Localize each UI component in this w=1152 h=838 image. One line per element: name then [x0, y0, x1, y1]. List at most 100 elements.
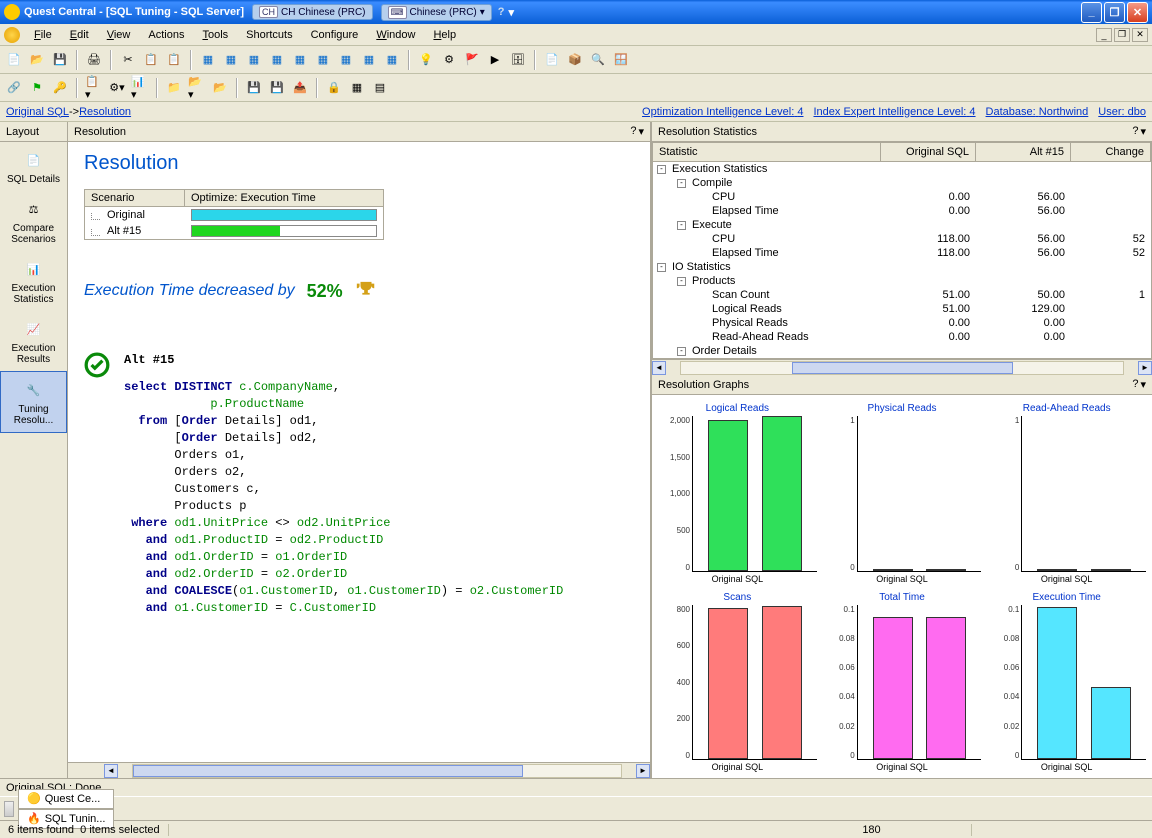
idx-level[interactable]: Index Expert Intelligence Level: 4	[813, 106, 975, 118]
dd-icon[interactable]: 📋▾	[84, 78, 104, 98]
link-icon[interactable]: 🔗	[4, 78, 24, 98]
stats-hdr-alt[interactable]: Alt #15	[976, 143, 1071, 161]
minimize-button[interactable]: _	[1081, 2, 1102, 23]
folder-open-icon[interactable]: 📂	[210, 78, 230, 98]
close-button[interactable]: ✕	[1127, 2, 1148, 23]
user-link[interactable]: User: dbo	[1098, 106, 1146, 118]
lock-icon[interactable]: 🔒	[324, 78, 344, 98]
lang-indicator-2[interactable]: ⌨Chinese (PRC)▾	[381, 4, 492, 21]
open-icon[interactable]: 📂	[27, 50, 47, 70]
help-icon[interactable]: ?	[1132, 125, 1138, 138]
stats-row[interactable]: Elapsed Time 118.00 56.00 52	[653, 246, 1151, 260]
key-icon[interactable]: 🔑	[50, 78, 70, 98]
layout-item-execution-results[interactable]: 📈Execution Results	[0, 311, 67, 371]
help-icon[interactable]: ?	[1132, 378, 1138, 391]
stats-row[interactable]: -Order Details	[653, 344, 1151, 358]
expand-icon[interactable]: -	[657, 165, 666, 174]
menu-window[interactable]: Window	[368, 27, 423, 43]
play-icon[interactable]: ▶	[485, 50, 505, 70]
stats-row[interactable]: Scan Count 51.00 50.00 1	[653, 288, 1151, 302]
stats-row[interactable]: Logical Reads 51.00 129.00	[653, 302, 1151, 316]
save-icon[interactable]: 💾	[50, 50, 70, 70]
grid-icon[interactable]: ▦	[347, 78, 367, 98]
window-icon[interactable]: 🪟	[611, 50, 631, 70]
tool-icon[interactable]: ▦	[198, 50, 218, 70]
page-icon[interactable]: 📄	[542, 50, 562, 70]
cut-icon[interactable]: ✂	[118, 50, 138, 70]
crumb-original-sql[interactable]: Original SQL	[6, 106, 69, 118]
expand-icon[interactable]: -	[677, 221, 686, 230]
dd-icon[interactable]: ⚙▾	[107, 78, 127, 98]
horizontal-scrollbar[interactable]: ◄ ►	[68, 762, 650, 778]
box-icon[interactable]: 📦	[565, 50, 585, 70]
tool-icon[interactable]: ▦	[290, 50, 310, 70]
maximize-button[interactable]: ❐	[1104, 2, 1125, 23]
mdi-close-button[interactable]: ✕	[1132, 28, 1148, 42]
menu-configure[interactable]: Configure	[303, 27, 367, 43]
tool-icon[interactable]: ▦	[221, 50, 241, 70]
save-icon[interactable]: 💾	[244, 78, 264, 98]
expand-icon[interactable]: -	[677, 277, 686, 286]
expand-icon[interactable]: -	[677, 179, 686, 188]
lang-indicator-1[interactable]: CHCH Chinese (PRC)	[252, 4, 372, 20]
stats-row[interactable]: Read-Ahead Reads 0.00 0.00	[653, 330, 1151, 344]
menu-edit[interactable]: Edit	[62, 27, 97, 43]
stats-row[interactable]: CPU 118.00 56.00 52	[653, 232, 1151, 246]
help-icon[interactable]: ?	[630, 125, 636, 138]
folder-icon[interactable]: 📂▾	[187, 78, 207, 98]
layout-item-sql-details[interactable]: 📄SQL Details	[0, 142, 67, 191]
stats-row[interactable]: -IO Statistics	[653, 260, 1151, 274]
task-tab[interactable]: 🟡Quest Ce...	[18, 789, 114, 809]
bulb-icon[interactable]: 💡	[416, 50, 436, 70]
dd-icon[interactable]: 📊▾	[130, 78, 150, 98]
collapse-icon[interactable]: ▾	[1140, 378, 1146, 391]
tool-icon[interactable]: ▦	[244, 50, 264, 70]
mdi-restore-button[interactable]: ❐	[1114, 28, 1130, 42]
expand-icon[interactable]: -	[677, 347, 686, 356]
crumb-resolution[interactable]: Resolution	[79, 106, 131, 118]
menu-actions[interactable]: Actions	[140, 27, 192, 43]
paste-icon[interactable]: 📋	[164, 50, 184, 70]
flag-icon[interactable]: 🚩	[462, 50, 482, 70]
tool-icon[interactable]: ▦	[382, 50, 402, 70]
opt-level[interactable]: Optimization Intelligence Level: 4	[642, 106, 803, 118]
table-icon[interactable]: ▤	[370, 78, 390, 98]
stats-hdr-change[interactable]: Change	[1071, 143, 1151, 161]
db-link[interactable]: Database: Northwind	[986, 106, 1089, 118]
stats-row[interactable]: Elapsed Time 0.00 56.00	[653, 204, 1151, 218]
folder-new-icon[interactable]: 📁	[164, 78, 184, 98]
stats-row[interactable]: CPU 0.00 56.00	[653, 190, 1151, 204]
gear-icon[interactable]: ⚙	[439, 50, 459, 70]
collapse-icon[interactable]: ▾	[1140, 125, 1146, 138]
stats-hscroll[interactable]: ◄►	[652, 359, 1152, 375]
db-icon[interactable]: 🗄	[508, 50, 528, 70]
tool-icon[interactable]: ▦	[313, 50, 333, 70]
menu-tools[interactable]: Tools	[194, 27, 236, 43]
menu-help[interactable]: Help	[425, 27, 464, 43]
stats-row[interactable]: -Products	[653, 274, 1151, 288]
menu-view[interactable]: View	[99, 27, 139, 43]
layout-item-execution-statistics[interactable]: 📊Execution Statistics	[0, 251, 67, 311]
close-panel-icon[interactable]: ▾	[638, 125, 644, 138]
search-icon[interactable]: 🔍	[588, 50, 608, 70]
menu-file[interactable]: FFileile	[26, 27, 60, 43]
stats-hdr-statistic[interactable]: Statistic	[653, 143, 881, 161]
stats-hdr-original[interactable]: Original SQL	[881, 143, 976, 161]
layout-item-compare-scenarios[interactable]: ⚖Compare Scenarios	[0, 191, 67, 251]
export-icon[interactable]: 📤	[290, 78, 310, 98]
tool-icon[interactable]: ▦	[336, 50, 356, 70]
new-icon[interactable]: 📄	[4, 50, 24, 70]
stats-row[interactable]: -Execute	[653, 218, 1151, 232]
tool-icon[interactable]: ▦	[267, 50, 287, 70]
mdi-minimize-button[interactable]: _	[1096, 28, 1112, 42]
copy-icon[interactable]: 📋	[141, 50, 161, 70]
flag-green-icon[interactable]: ⚑	[27, 78, 47, 98]
tool-icon[interactable]: ▦	[359, 50, 379, 70]
tab-scroll-icon[interactable]	[4, 801, 14, 817]
print-icon[interactable]: 🖨	[84, 50, 104, 70]
saveall-icon[interactable]: 💾	[267, 78, 287, 98]
stats-row[interactable]: -Compile	[653, 176, 1151, 190]
expand-icon[interactable]: -	[657, 263, 666, 272]
stats-row[interactable]: -Execution Statistics	[653, 162, 1151, 176]
menu-shortcuts[interactable]: Shortcuts	[238, 27, 300, 43]
